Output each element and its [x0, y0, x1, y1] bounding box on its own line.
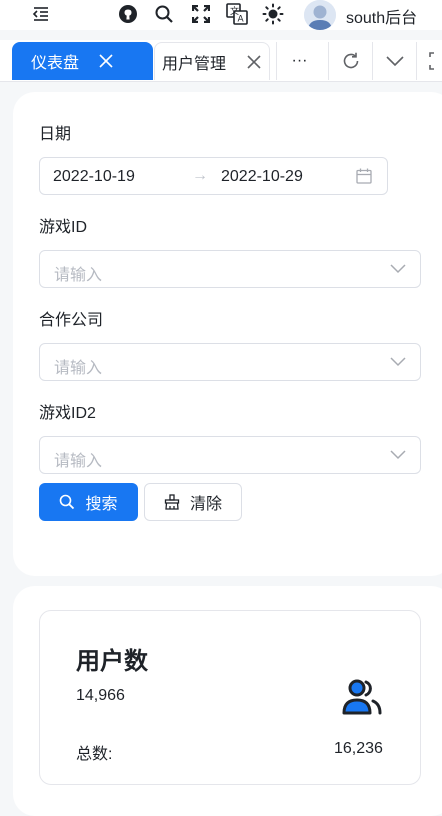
tab-dashboard[interactable]: 仪表盘	[12, 42, 153, 80]
tab-dropdown-button[interactable]	[372, 42, 416, 80]
close-icon[interactable]	[246, 54, 262, 70]
svg-text:A: A	[238, 15, 245, 25]
theme-sun-icon[interactable]	[261, 2, 285, 26]
top-header: 文A south后台	[0, 0, 442, 30]
stat-total-value: 16,236	[334, 740, 383, 757]
chevron-down-icon	[389, 261, 407, 277]
game-id2-select[interactable]: 请输入	[39, 436, 421, 474]
tab-label: 仪表盘	[31, 55, 80, 72]
stats-section: 用户数 14,966 总数: 16,236	[13, 586, 442, 816]
date-range-picker[interactable]: 2022-10-19 → 2022-10-29	[39, 157, 388, 195]
fullscreen-icon	[429, 52, 442, 70]
game-id-label: 游戏ID	[39, 219, 88, 236]
translate-icon[interactable]: 文A	[225, 2, 249, 26]
stat-value: 14,966	[76, 687, 125, 704]
search-icon	[59, 494, 75, 510]
date-start-value[interactable]: 2022-10-19	[53, 168, 135, 186]
username[interactable]: south后台	[346, 4, 417, 28]
date-label: 日期	[39, 126, 72, 143]
date-range-arrow: →	[192, 167, 208, 184]
tab-label: 用户管理	[162, 55, 227, 73]
company-label: 合作公司	[39, 312, 104, 329]
game-id-select[interactable]: 请输入	[39, 250, 421, 288]
refresh-icon	[341, 51, 361, 71]
fullscreen-icon[interactable]	[189, 2, 213, 26]
users-icon	[340, 675, 384, 719]
user-count-card: 用户数 14,966 总数: 16,236	[39, 610, 421, 785]
clear-button[interactable]: 清除	[144, 483, 242, 521]
avatar[interactable]	[304, 0, 336, 30]
broom-icon	[164, 494, 180, 510]
close-icon[interactable]	[98, 53, 114, 69]
chevron-down-icon	[389, 447, 407, 463]
tab-user-management[interactable]: 用户管理	[154, 42, 270, 80]
chevron-down-icon	[385, 55, 404, 67]
tab-more-button[interactable]: ···	[276, 42, 322, 80]
tab-fullscreen-button[interactable]	[416, 42, 442, 80]
search-icon[interactable]	[152, 2, 176, 26]
github-icon[interactable]	[116, 2, 140, 26]
stat-total-label: 总数:	[76, 746, 113, 763]
game-id2-label: 游戏ID2	[39, 405, 96, 422]
more-icon: ···	[291, 52, 308, 69]
refresh-button[interactable]	[328, 42, 372, 80]
search-button-label: 搜索	[85, 496, 118, 513]
date-end-value[interactable]: 2022-10-29	[221, 168, 303, 186]
stat-title: 用户数	[76, 648, 148, 675]
tab-bar: 仪表盘 用户管理 ···	[0, 40, 442, 82]
search-form-card: 日期 2022-10-19 → 2022-10-29 游戏ID 请输入 合作公司…	[13, 92, 442, 576]
game-id2-placeholder: 请输入	[54, 453, 103, 470]
chevron-down-icon	[389, 354, 407, 370]
company-select[interactable]: 请输入	[39, 343, 421, 381]
game-id-placeholder: 请输入	[54, 267, 103, 284]
clear-button-label: 清除	[189, 496, 222, 513]
menu-fold-icon[interactable]	[29, 2, 53, 26]
company-placeholder: 请输入	[54, 360, 103, 377]
calendar-icon	[356, 168, 372, 184]
search-button[interactable]: 搜索	[39, 483, 138, 521]
